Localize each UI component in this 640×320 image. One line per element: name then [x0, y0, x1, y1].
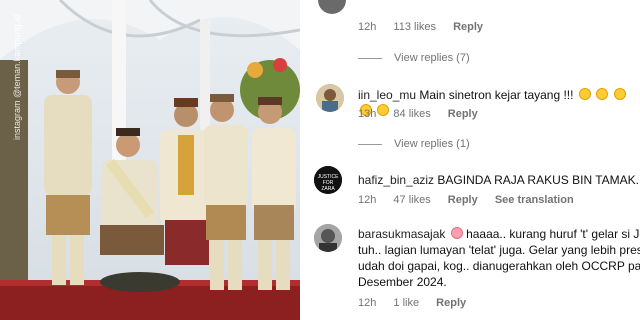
comment-body: hafiz_bin_aziz BAGINDA RAJA RAKUS BIN TA…	[358, 172, 639, 188]
comment-meta: 13h 84 likes Reply	[358, 108, 492, 120]
ceremony-photo	[0, 0, 300, 320]
avatar-image	[314, 224, 342, 252]
blushing-emoji-icon	[450, 227, 463, 239]
comment-username[interactable]: barasukmasajak	[358, 227, 445, 241]
avatar[interactable]: JUSTICE FOR ZARA	[314, 166, 342, 194]
photo-watermark: instagram @teman.kampung.id	[12, 14, 22, 140]
see-translation-button[interactable]: See translation	[495, 194, 574, 206]
comment-username[interactable]: hafiz_bin_aziz	[358, 173, 434, 187]
comment-meta: 12h 47 likes Reply See translation	[358, 194, 588, 206]
comment-likes[interactable]: 47 likes	[393, 194, 430, 206]
comment-time: 12h	[358, 297, 377, 309]
laughing-emoji-icon	[596, 88, 609, 100]
reply-button[interactable]: Reply	[436, 297, 466, 309]
comment-username[interactable]: iin_leo_mu	[358, 88, 416, 102]
laughing-emoji-icon	[578, 88, 591, 100]
comment-likes[interactable]: 1 like	[393, 297, 419, 309]
reply-button[interactable]: Reply	[448, 194, 478, 206]
comment-time: 12h	[358, 194, 377, 206]
video-frame[interactable]: instagram @teman.kampung.id	[0, 0, 300, 320]
reply-button[interactable]: Reply	[453, 21, 483, 33]
comment-meta: 12h 1 like Reply	[358, 297, 480, 309]
comment-text: BAGINDA RAJA RAKUS BIN TAMAK.	[437, 173, 640, 187]
reply-button[interactable]: Reply	[448, 108, 478, 120]
view-replies-label: View replies (1)	[394, 138, 470, 150]
divider	[358, 57, 382, 59]
avatar-image: JUSTICE FOR ZARA	[314, 166, 342, 194]
svg-text:ZARA: ZARA	[321, 186, 335, 192]
comment-text-line: udah doi gapai, kog.. dianugerahkan oleh…	[358, 259, 640, 273]
comment-text-line: tuh.. lagian lumayan 'telat' juga. Gelar…	[358, 243, 640, 257]
avatar[interactable]	[314, 224, 342, 252]
view-replies-button[interactable]: View replies (1)	[358, 138, 470, 150]
laughing-emoji-icon	[613, 88, 626, 100]
avatar[interactable]	[318, 0, 346, 14]
comment-text-line: haaaa.. kurang huruf 't' gelar si Jo	[466, 227, 640, 241]
comment-likes[interactable]: 113 likes	[393, 21, 436, 33]
avatar-image	[316, 84, 344, 112]
view-replies-label: View replies (7)	[394, 52, 470, 64]
comment-text-line: Desember 2024.	[358, 275, 447, 289]
comment-text: Main sinetron kejar tayang !!!	[419, 88, 574, 102]
view-replies-button[interactable]: View replies (7)	[358, 52, 470, 64]
divider	[358, 143, 382, 145]
comment-likes[interactable]: 84 likes	[393, 108, 430, 120]
comments-panel: 12h 113 likes Reply View replies (7) iin…	[300, 0, 640, 320]
comment-time: 12h	[358, 21, 377, 33]
avatar[interactable]	[316, 84, 344, 112]
comment-time: 13h	[358, 108, 377, 120]
comment-body: barasukmasajak haaaa.. kurang huruf 't' …	[358, 226, 640, 290]
comment-meta: 12h 113 likes Reply	[358, 21, 497, 33]
